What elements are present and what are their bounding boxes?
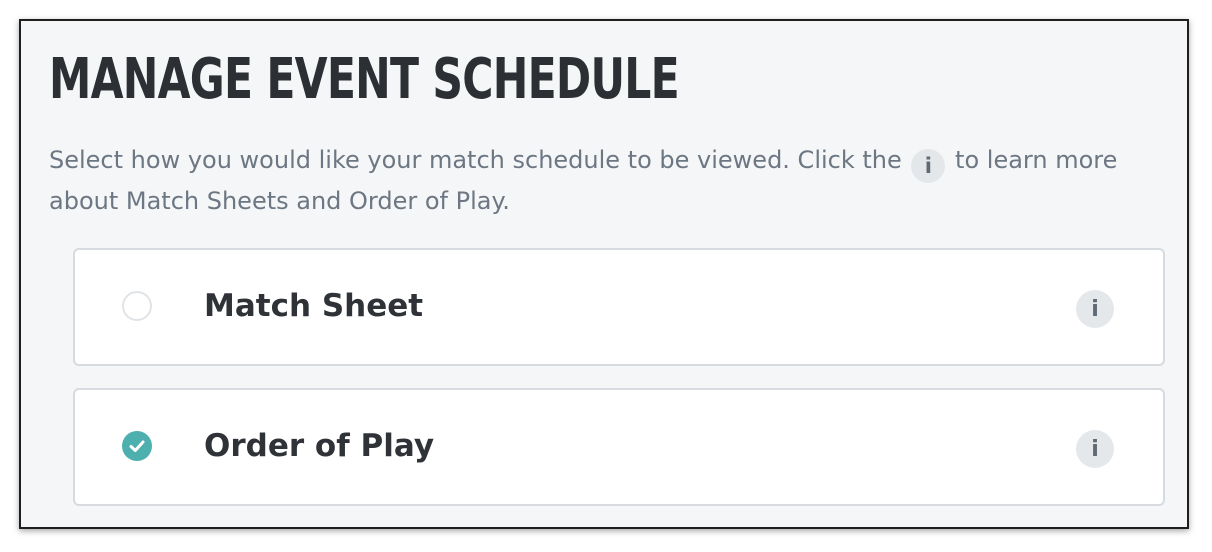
option-label: Order of Play xyxy=(204,428,435,464)
radio-checked-icon[interactable] xyxy=(122,431,152,461)
info-icon: i xyxy=(911,149,946,183)
info-icon[interactable]: i xyxy=(1076,290,1114,328)
manage-event-schedule-panel: MANAGE EVENT SCHEDULE Select how you wou… xyxy=(19,19,1189,529)
info-icon[interactable]: i xyxy=(1076,430,1114,468)
option-match-sheet[interactable]: Match Sheet i xyxy=(73,248,1165,366)
description-before-icon: Select how you would like your match sch… xyxy=(49,146,902,174)
checkmark-icon xyxy=(129,440,145,452)
description-text: Select how you would like your match sch… xyxy=(49,142,1169,219)
page-title: MANAGE EVENT SCHEDULE xyxy=(49,47,680,112)
radio-unchecked-icon[interactable] xyxy=(122,291,152,321)
option-order-of-play[interactable]: Order of Play i xyxy=(73,388,1165,506)
option-label: Match Sheet xyxy=(204,288,424,324)
